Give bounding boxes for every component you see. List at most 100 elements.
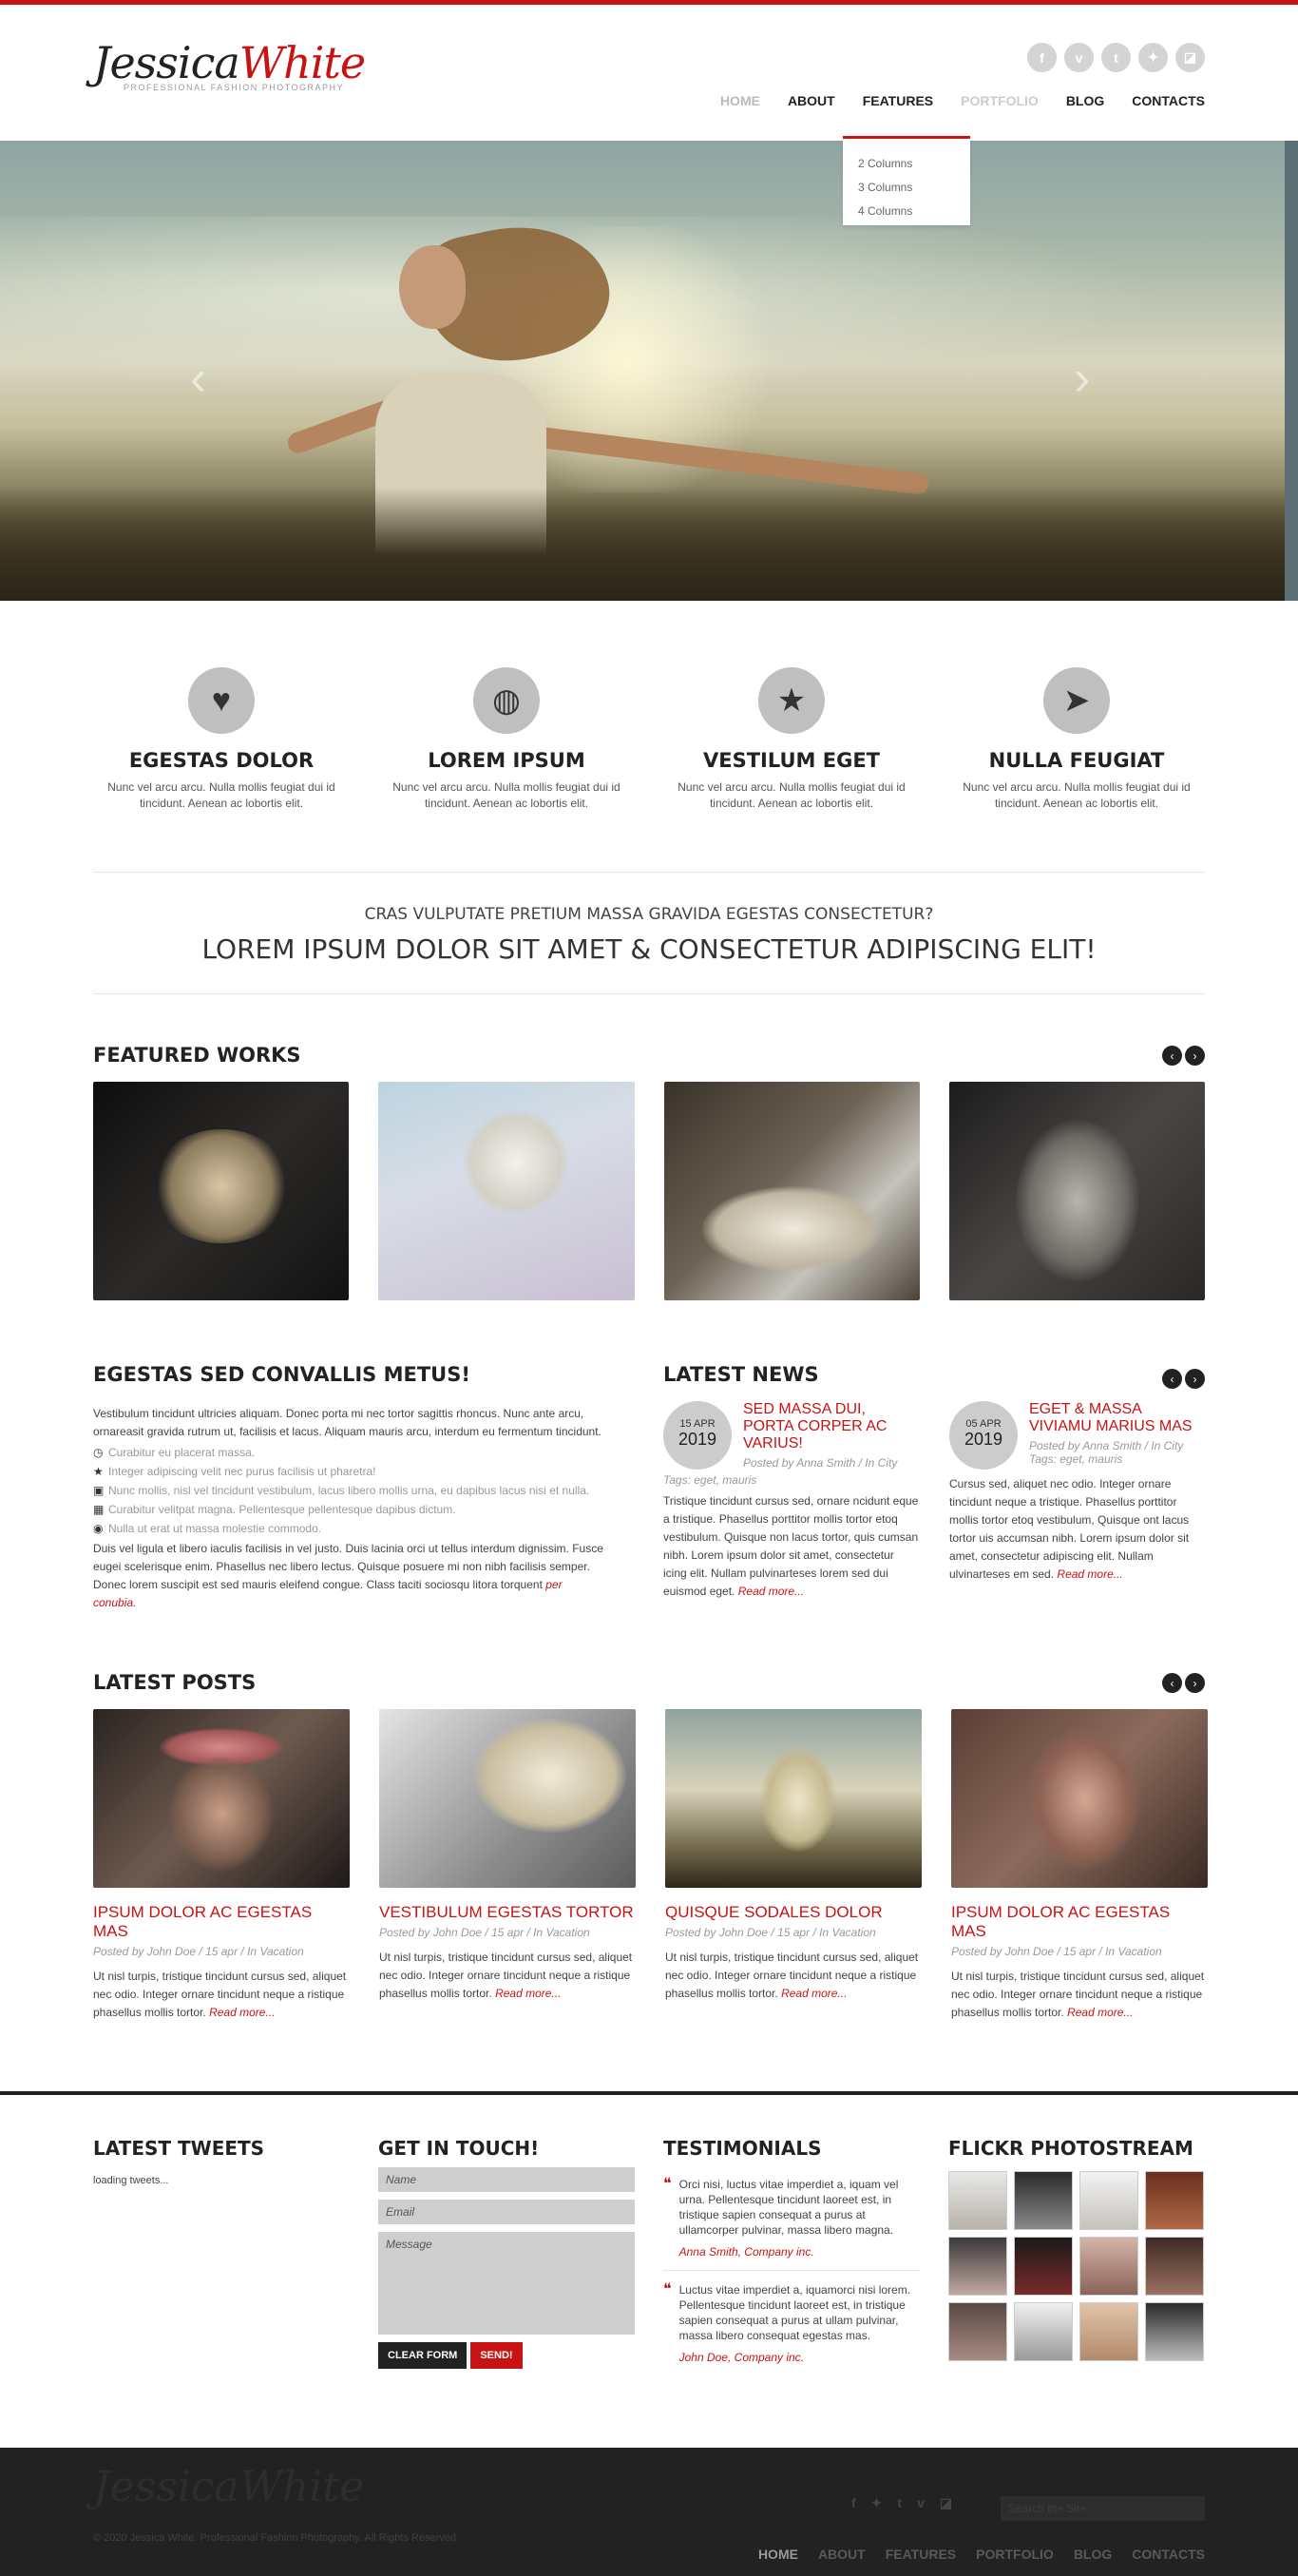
hero-slider: ‹ › <box>0 141 1298 601</box>
nav-contacts[interactable]: CONTACTS <box>1132 93 1205 108</box>
post-card: IPSUM DOLOR AC EGESTAS MAS Posted by Joh… <box>93 1709 350 2022</box>
vimeo-icon[interactable]: v <box>1064 43 1094 72</box>
footer-nav-portfolio[interactable]: PORTFOLIO <box>976 2547 1054 2562</box>
flickr-thumb[interactable] <box>1014 2237 1073 2296</box>
slider-next-icon[interactable]: › <box>1074 350 1090 407</box>
site-logo[interactable]: JessicaWhite PROFESSIONAL FASHION PHOTOG… <box>93 37 366 92</box>
news-prev-icon[interactable]: ‹ <box>1162 1369 1182 1389</box>
feature-title: LOREM IPSUM <box>428 749 585 772</box>
social-links: f v t ✦ ◪ <box>1027 43 1205 72</box>
name-field[interactable]: Name <box>378 2167 635 2192</box>
news-tags: Tags: eget, mauris <box>663 1473 757 1487</box>
tumblr-icon[interactable]: t <box>897 2495 902 2511</box>
list-item: ▣ Nunc mollis, nisl vel tincidunt vestibu… <box>93 1481 606 1500</box>
featured-work-image[interactable] <box>948 1082 1205 1300</box>
post-title[interactable]: VESTIBULUM EGESTAS TORTOR <box>379 1903 636 1922</box>
flickr-thumb[interactable] <box>1014 2171 1073 2230</box>
posts-next-icon[interactable]: › <box>1185 1673 1205 1693</box>
flickr-thumb[interactable] <box>948 2237 1007 2296</box>
featured-work-image[interactable] <box>663 1082 920 1300</box>
vimeo-icon[interactable]: v <box>917 2495 925 2511</box>
feature-text: Nunc vel arcu arcu. Nulla mollis feugiat… <box>107 780 335 810</box>
feature-text: Nunc vel arcu arcu. Nulla mollis feugiat… <box>392 780 620 810</box>
nav-blog[interactable]: BLOG <box>1066 93 1104 108</box>
news-next-icon[interactable]: › <box>1185 1369 1205 1389</box>
hero-image-figure <box>399 245 466 329</box>
post-image[interactable] <box>379 1709 636 1888</box>
dropdown-item-4-columns[interactable]: 4 Columns <box>858 200 955 223</box>
heart-icon: ♥ <box>188 667 255 734</box>
post-card: IPSUM DOLOR AC EGESTAS MAS Posted by Joh… <box>951 1709 1208 2022</box>
footer-search-input[interactable]: Search the Site <box>1001 2496 1205 2521</box>
news-item: 15 APR 2019 SED MASSA DUI, PORTA CORPER … <box>663 1401 919 1601</box>
footer-social-links: f ✦ t v ◪ <box>851 2495 952 2511</box>
facebook-icon[interactable]: f <box>851 2495 856 2511</box>
nav-features[interactable]: FEATURES <box>863 93 933 108</box>
read-more-link[interactable]: Read more... <box>495 1987 561 2000</box>
footer-nav: HOME ABOUT FEATURES PORTFOLIO BLOG CONTA… <box>758 2547 1205 2562</box>
footer-nav-home[interactable]: HOME <box>758 2547 798 2562</box>
flickr-thumb[interactable] <box>1145 2302 1204 2361</box>
delicious-icon[interactable]: ◪ <box>940 2495 952 2511</box>
tagline-subtitle: CRAS VULPUTATE PRETIUM MASSA GRAVIDA EGE… <box>364 905 934 924</box>
twitter-icon[interactable]: ✦ <box>1138 43 1168 72</box>
post-title[interactable]: IPSUM DOLOR AC EGESTAS MAS <box>93 1903 350 1941</box>
footer-nav-blog[interactable]: BLOG <box>1074 2547 1112 2562</box>
post-image[interactable] <box>665 1709 922 1888</box>
flickr-thumb[interactable] <box>1145 2171 1204 2230</box>
featured-prev-icon[interactable]: ‹ <box>1162 1046 1182 1066</box>
read-more-link[interactable]: Read more... <box>738 1585 804 1598</box>
slider-prev-icon[interactable]: ‹ <box>190 350 206 407</box>
featured-works-title: FEATURED WORKS <box>93 1044 301 1067</box>
twitter-icon[interactable]: ✦ <box>871 2495 883 2511</box>
dropdown-item-2-columns[interactable]: 2 Columns <box>858 152 955 176</box>
tumblr-icon[interactable]: t <box>1101 43 1131 72</box>
post-card: VESTIBULUM EGESTAS TORTOR Posted by John… <box>379 1709 636 2022</box>
contact-widget: GET IN TOUCH! Name Email Message CLEAR F… <box>378 2137 635 2369</box>
news-title[interactable]: SED MASSA DUI, PORTA CORPER AC VARIUS! <box>743 1401 919 1452</box>
post-title[interactable]: QUISQUE SODALES DOLOR <box>665 1903 922 1922</box>
read-more-link[interactable]: Read more... <box>209 2006 275 2019</box>
facebook-icon[interactable]: f <box>1027 43 1057 72</box>
post-image[interactable] <box>93 1709 350 1888</box>
footer-nav-about[interactable]: ABOUT <box>818 2547 866 2562</box>
post-image[interactable] <box>951 1709 1208 1888</box>
flickr-thumb[interactable] <box>1079 2237 1138 2296</box>
post-title[interactable]: IPSUM DOLOR AC EGESTAS MAS <box>951 1903 1208 1941</box>
send-button[interactable]: SEND! <box>470 2342 523 2369</box>
flickr-thumb[interactable] <box>1145 2237 1204 2296</box>
flickr-thumb[interactable] <box>1079 2302 1138 2361</box>
nav-about[interactable]: ABOUT <box>788 93 835 108</box>
read-more-link[interactable]: Read more... <box>1067 2006 1133 2019</box>
list-item: ◷ Curabitur eu placerat massa. <box>93 1443 606 1462</box>
footer-nav-features[interactable]: FEATURES <box>886 2547 956 2562</box>
news-title[interactable]: EGET & MASSA VIVIAMU MARIUS MAS <box>1029 1401 1205 1435</box>
footer-logo[interactable]: JessicaWhite <box>93 2463 364 2511</box>
list-item: ▦ Curabitur velitpat magna. Pellentesque … <box>93 1500 606 1519</box>
read-more-link[interactable]: Read more... <box>1057 1567 1122 1581</box>
post-text: Ut nisl turpis, tristique tincidunt curs… <box>951 1970 1205 2019</box>
read-more-link[interactable]: Read more... <box>781 1987 847 2000</box>
footer-nav-contacts[interactable]: CONTACTS <box>1132 2547 1205 2562</box>
dropdown-item-3-columns[interactable]: 3 Columns <box>858 176 955 200</box>
nav-portfolio[interactable]: PORTFOLIO <box>961 93 1039 108</box>
featured-work-image[interactable] <box>93 1082 350 1300</box>
about-intro: Vestibulum tincidunt ultricies aliquam. … <box>93 1407 601 1438</box>
message-field[interactable]: Message <box>378 2232 635 2335</box>
nav-home[interactable]: HOME <box>720 93 760 108</box>
featured-next-icon[interactable]: › <box>1185 1046 1205 1066</box>
tagline-block: CRAS VULPUTATE PRETIUM MASSA GRAVIDA EGE… <box>93 873 1205 993</box>
post-text: Ut nisl turpis, tristique tincidunt curs… <box>93 1970 347 2019</box>
post-meta: Posted by John Doe / 15 apr / In Vacatio… <box>951 1945 1162 1958</box>
delicious-icon[interactable]: ◪ <box>1175 43 1205 72</box>
flickr-thumb[interactable] <box>1079 2171 1138 2230</box>
email-field[interactable]: Email <box>378 2200 635 2224</box>
testimonial-author: John Doe, Company inc. <box>678 2351 805 2364</box>
flickr-thumb[interactable] <box>948 2302 1007 2361</box>
posts-prev-icon[interactable]: ‹ <box>1162 1673 1182 1693</box>
clear-form-button[interactable]: CLEAR FORM <box>378 2342 468 2369</box>
star-icon: ★ <box>93 1465 104 1478</box>
featured-work-image[interactable] <box>378 1082 635 1300</box>
flickr-thumb[interactable] <box>1014 2302 1073 2361</box>
flickr-thumb[interactable] <box>948 2171 1007 2230</box>
